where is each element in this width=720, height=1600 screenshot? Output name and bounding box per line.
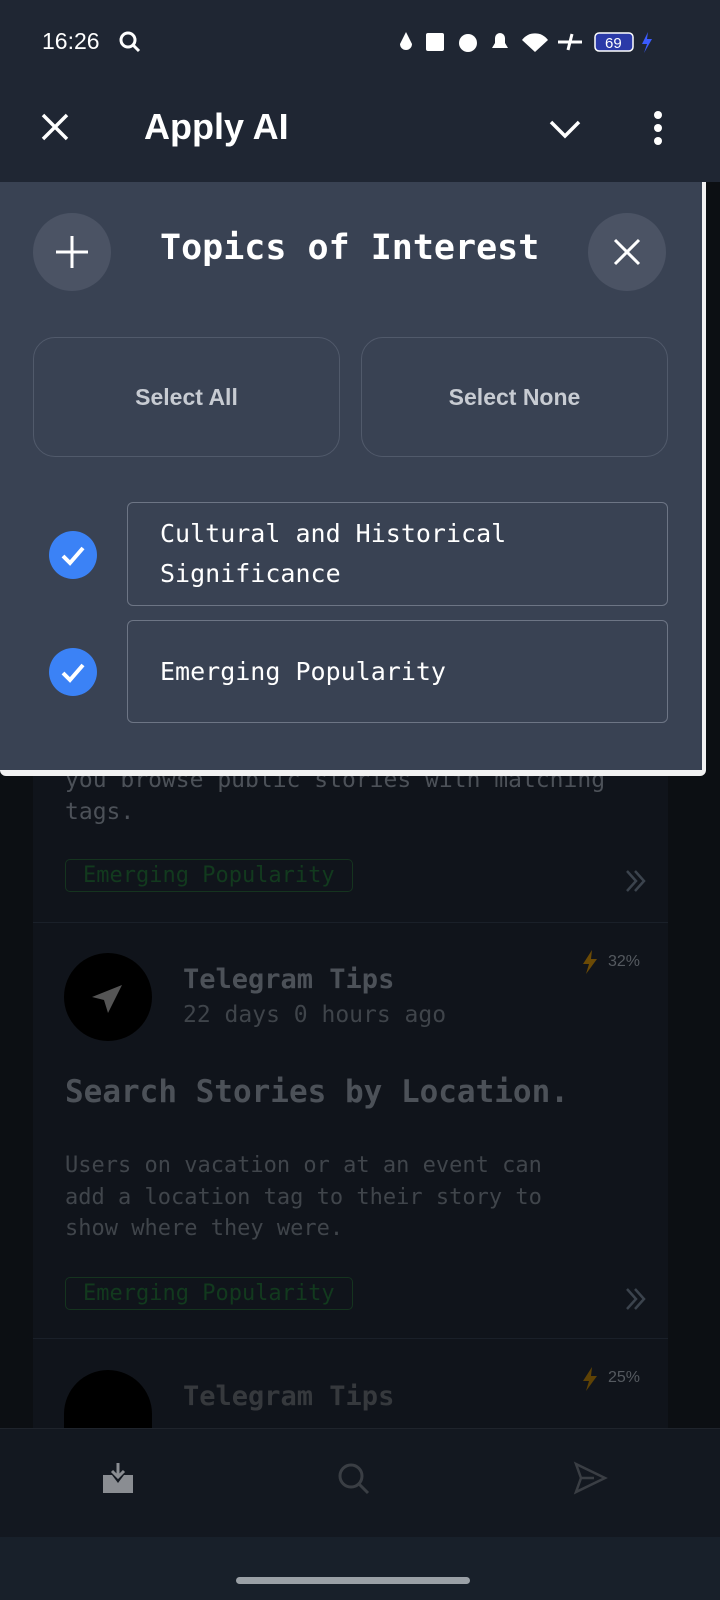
- bottom-nav: [0, 1428, 720, 1537]
- topic-tag[interactable]: Emerging Popularity: [65, 859, 353, 892]
- nfc-icon: [426, 33, 444, 51]
- page-title: Apply AI: [144, 106, 289, 147]
- search-icon[interactable]: [336, 1461, 372, 1497]
- lightning-icon: [583, 950, 597, 974]
- channel-name: Telegram Tips: [183, 1381, 395, 1412]
- select-none-button[interactable]: Select None: [361, 337, 668, 457]
- double-chevron-right-icon[interactable]: [624, 868, 648, 894]
- status-time: 16:26: [42, 28, 100, 54]
- chevron-down-icon[interactable]: [548, 118, 582, 140]
- score-badge: 32%: [608, 953, 641, 970]
- wifi-icon: [522, 33, 548, 52]
- send-icon[interactable]: [572, 1461, 608, 1497]
- channel-avatar[interactable]: [64, 953, 152, 1041]
- charging-icon: [642, 32, 652, 53]
- alarm-icon: [459, 34, 477, 52]
- channel-name: Telegram Tips: [183, 964, 395, 995]
- system-nav: [0, 1537, 720, 1600]
- add-topic-button[interactable]: [33, 213, 111, 291]
- double-chevron-right-icon[interactable]: [624, 1286, 648, 1312]
- topic-item[interactable]: Cultural and Historical Significance: [127, 502, 668, 606]
- status-bar: 16:26 69: [0, 0, 720, 80]
- panel-title: Topics of Interest: [160, 228, 540, 268]
- telegram-icon: [92, 985, 122, 1013]
- divider: [33, 922, 668, 923]
- topic-label: Emerging Popularity: [160, 656, 446, 686]
- select-all-button[interactable]: Select All: [33, 337, 340, 457]
- airplane-icon: [558, 33, 582, 51]
- more-options-icon[interactable]: [650, 110, 666, 146]
- topics-panel: Topics of Interest Select All Select Non…: [0, 182, 706, 776]
- topic-item[interactable]: Emerging Popularity: [127, 620, 668, 723]
- close-icon[interactable]: [40, 112, 70, 142]
- topic-checkbox[interactable]: [49, 531, 97, 579]
- score-badge: 25%: [608, 1369, 641, 1386]
- story-headline: Search Stories by Location.: [65, 1074, 569, 1110]
- divider: [33, 1338, 668, 1339]
- checkmark-icon: [61, 663, 85, 683]
- story-body: Users on vacation or at an event can add …: [65, 1153, 542, 1241]
- battery-level: 69: [605, 35, 622, 52]
- lightning-icon: [583, 1367, 597, 1391]
- home-handle[interactable]: [236, 1577, 470, 1584]
- post-time: 22 days 0 hours ago: [183, 1002, 447, 1028]
- inbox-icon[interactable]: [100, 1461, 136, 1497]
- close-icon: [613, 238, 641, 266]
- topic-label: Cultural and Historical Significance: [160, 519, 507, 588]
- plus-icon: [56, 236, 88, 268]
- topic-checkbox[interactable]: [49, 648, 97, 696]
- topic-tag[interactable]: Emerging Popularity: [65, 1277, 353, 1310]
- status-icons: 69: [400, 32, 652, 53]
- close-panel-button[interactable]: [588, 213, 666, 291]
- search-icon: [119, 31, 141, 53]
- data-saver-icon: [400, 32, 412, 50]
- checkmark-icon: [61, 546, 85, 566]
- app-header: Apply AI: [0, 80, 720, 182]
- mute-icon: [492, 33, 508, 48]
